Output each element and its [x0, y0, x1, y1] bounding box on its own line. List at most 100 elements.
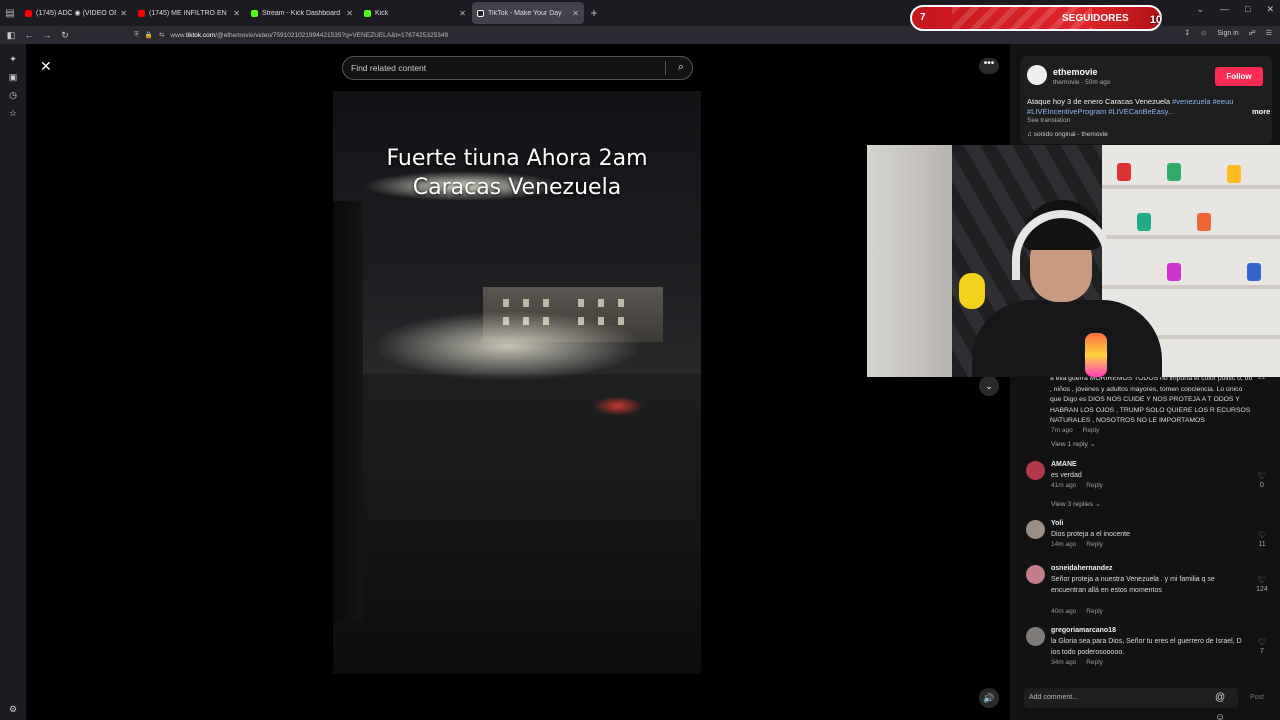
toy	[1227, 165, 1241, 183]
comment-time: 14m ago	[1051, 541, 1077, 548]
search-input[interactable]: Find related content ⌕	[342, 56, 693, 80]
more-button[interactable]: more	[1252, 107, 1270, 116]
permissions-icon[interactable]: ⇆	[159, 31, 164, 39]
forward-icon[interactable]: →	[38, 30, 56, 40]
close-icon[interactable]: ✕	[40, 58, 52, 75]
account-icon[interactable]: ☺	[1200, 30, 1207, 37]
tab-infiltro[interactable]: (1745) ME INFILTRO EN LAS CA ✕	[133, 2, 245, 24]
maximize-icon[interactable]: □	[1245, 4, 1250, 15]
avatar[interactable]	[1026, 520, 1045, 539]
download-icon[interactable]: ↧	[1184, 29, 1190, 37]
view-replies-link[interactable]: View 1 reply ⌄	[1051, 440, 1096, 448]
followers-label: SEGUIDORES	[1062, 13, 1129, 24]
author-avatar[interactable]	[1027, 65, 1047, 85]
next-video-button[interactable]: ⌄	[979, 376, 999, 396]
hashtag-venezuela[interactable]: #venezuela	[1172, 97, 1210, 106]
sign-in-label[interactable]: Sign in	[1217, 30, 1238, 37]
followers-current: 7	[920, 12, 926, 23]
close-window-icon[interactable]: ✕	[1266, 4, 1274, 15]
hashtag-live-easy[interactable]: #LIVECanBeEasy...	[1108, 107, 1174, 116]
avatar[interactable]	[1026, 565, 1045, 584]
close-tab-icon[interactable]: ✕	[572, 9, 579, 18]
like-count: 11	[1258, 541, 1266, 548]
history-icon[interactable]: ◷	[6, 88, 20, 102]
comment-user[interactable]: gregoriamarcano18	[1051, 627, 1116, 634]
search-divider	[665, 61, 666, 75]
comment-meta: 41m ago Reply	[1051, 482, 1103, 489]
avatar[interactable]	[1026, 627, 1045, 646]
view-replies-label: View 3 replies	[1051, 501, 1094, 508]
tab-label: TikTok - Make Your Day	[488, 9, 562, 17]
tab-adc-video[interactable]: (1745) ADC ◉ (VIDEO OFICIAL ✕	[20, 2, 132, 24]
emoji-icon[interactable]: ☺	[1215, 712, 1225, 720]
followers-goal: 10	[1149, 14, 1162, 26]
settings-icon[interactable]: ⚙	[6, 702, 20, 716]
reply-button[interactable]: Reply	[1083, 427, 1100, 434]
star-icon[interactable]: ☆	[6, 106, 20, 120]
reply-button[interactable]: Reply	[1086, 608, 1103, 615]
tab-list-icon[interactable]: ⌄	[1196, 4, 1204, 15]
see-translation-link[interactable]: See translation	[1027, 117, 1070, 124]
close-tab-icon[interactable]: ✕	[233, 9, 240, 18]
like-count: 0	[1260, 482, 1264, 489]
like-button[interactable]: ♡ 7	[1254, 637, 1270, 655]
youtube-icon	[25, 9, 32, 17]
shield-icon[interactable]: ⛨	[134, 31, 139, 39]
comment-user[interactable]: AMANE	[1051, 461, 1077, 468]
hashtag-live-incentive[interactable]: #LIVEIncentiveProgram	[1027, 107, 1106, 116]
reply-button[interactable]: Reply	[1086, 541, 1103, 548]
like-button[interactable]: ♡ 0	[1254, 471, 1270, 489]
tab-tiktok[interactable]: TikTok - Make Your Day ✕	[472, 2, 584, 24]
mention-icon[interactable]: @	[1215, 692, 1225, 703]
close-tab-icon[interactable]: ✕	[459, 9, 466, 18]
comment-text-truncated: a ella guerra MORIREMOS TODOS no importa…	[1050, 375, 1253, 424]
sidebar-toggle-icon[interactable]: ◧	[2, 30, 20, 41]
volume-button[interactable]: 🔊	[979, 688, 999, 708]
video-bottom-bar	[333, 674, 701, 720]
author-name[interactable]: ethemovie	[1053, 67, 1098, 77]
close-tab-icon[interactable]: ✕	[120, 9, 127, 18]
post-button[interactable]: Post	[1250, 694, 1264, 701]
more-options-button[interactable]: •••	[979, 58, 999, 74]
url-bar[interactable]: ⛨ 🔒 ⇆ www.tiktok.com/@ethemovie/video/75…	[134, 28, 954, 42]
hashtag-eeuu[interactable]: #eeuu	[1213, 97, 1234, 106]
minimize-icon[interactable]: —	[1220, 4, 1229, 15]
avatar[interactable]	[1026, 461, 1045, 480]
heart-icon: ♡	[1257, 575, 1267, 585]
comment-user[interactable]: osneidahernandez	[1051, 565, 1112, 572]
tab-kick[interactable]: Kick ✕	[359, 2, 471, 24]
new-tab-button[interactable]: +	[585, 6, 603, 20]
follow-button[interactable]: Follow	[1215, 67, 1263, 86]
like-count: 124	[1256, 586, 1268, 593]
lock-icon[interactable]: 🔒	[145, 31, 153, 39]
like-button[interactable]: ♡ 124	[1254, 575, 1270, 593]
menu-icon[interactable]: ☰	[1266, 29, 1272, 37]
search-icon[interactable]: ⌕	[678, 61, 684, 74]
author-card: ethemovie themovie · 50m ago Follow Ataq…	[1020, 56, 1272, 144]
video-player[interactable]: Fuerte tiuna Ahora 2am Caracas Venezuela	[333, 91, 701, 720]
reload-icon[interactable]: ↻	[56, 30, 74, 41]
video-tail-lights	[593, 396, 643, 416]
view-replies-link[interactable]: View 3 replies ⌄	[1051, 500, 1101, 508]
comment-meta: 7m ago Reply	[1051, 427, 1099, 434]
reply-button[interactable]: Reply	[1086, 482, 1103, 489]
like-button[interactable]: ♡ 11	[1254, 530, 1270, 548]
close-tab-icon[interactable]: ✕	[346, 9, 353, 18]
toy	[1117, 163, 1131, 181]
tiktok-icon	[477, 9, 484, 17]
extensions-icon[interactable]: ☍	[1249, 29, 1256, 37]
reply-button[interactable]: Reply	[1086, 659, 1103, 666]
browser-menu-icon[interactable]: ▤	[0, 0, 20, 26]
comment-user[interactable]: Yoli	[1051, 520, 1063, 527]
back-icon[interactable]: ←	[20, 30, 38, 40]
comment-time: 41m ago	[1051, 482, 1077, 489]
add-comment-input[interactable]: Add comment... @ ☺	[1024, 688, 1238, 720]
url-text: www.tiktok.com/@ethemovie/video/75910210…	[170, 32, 448, 39]
video-description: Ataque hoy 3 de enero Caracas Venezuela …	[1027, 97, 1249, 117]
toy	[1137, 213, 1151, 231]
ai-icon[interactable]: ✦	[6, 52, 20, 66]
sound-link[interactable]: ♫ sonido original - themovie	[1027, 131, 1108, 138]
tab-kick-dashboard[interactable]: Stream - Kick Dashboard ✕	[246, 2, 358, 24]
kick-icon	[364, 9, 371, 17]
bookmarks-icon[interactable]: ▣	[6, 70, 20, 84]
